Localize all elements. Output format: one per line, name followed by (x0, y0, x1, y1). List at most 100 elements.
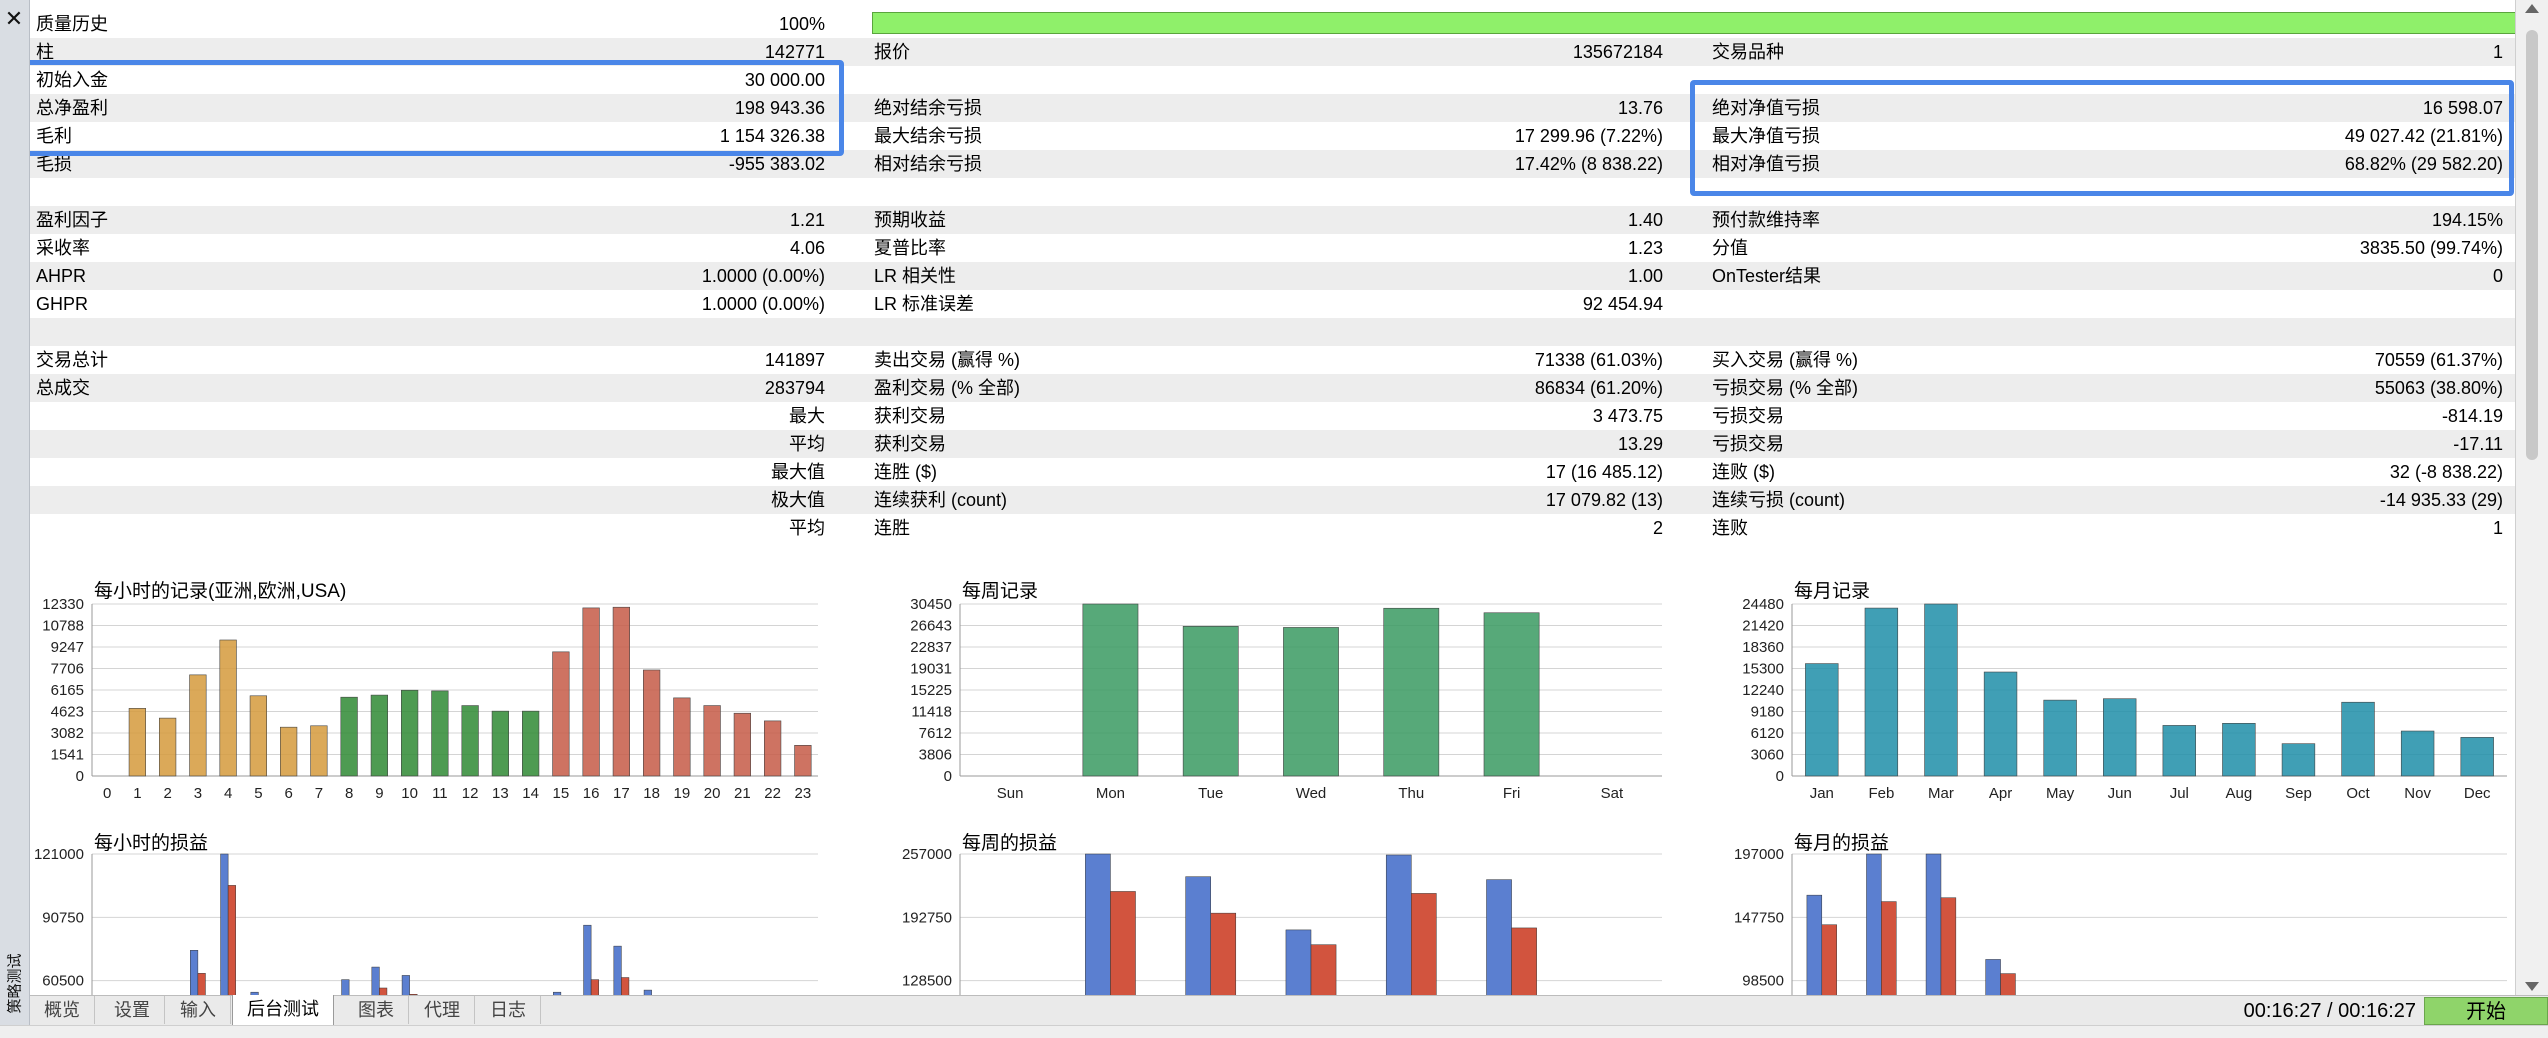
stat-label: 连续获利 (count) (874, 490, 1008, 510)
stat-value: 平均 (789, 518, 825, 538)
stat-label: 预期收益 (874, 210, 946, 230)
stat-value: 135672184 (1572, 42, 1663, 62)
stats-row: 交易总计 141897 卖出交易 (赢得 %) 71338 (61.03%) 买入交易 … (30, 346, 2515, 374)
bars (190, 853, 652, 995)
pnl-bar (1085, 853, 1111, 995)
pnl-bar (1821, 924, 1837, 995)
x-tick-label: 13 (492, 785, 509, 802)
stat-label: 连续亏损 (count) (1712, 490, 1846, 510)
tab-1[interactable]: 设置 (100, 996, 165, 1024)
chart-plot: 98500 147750 197000 (1734, 846, 2507, 995)
vertical-scrollbar[interactable] (2515, 0, 2548, 995)
x-tick-label: 9 (375, 785, 383, 802)
tab-4[interactable]: 图表 (344, 996, 409, 1024)
pnl-bar (1940, 897, 1957, 995)
pnl-bar (583, 924, 592, 995)
tab-5[interactable]: 代理 (410, 996, 475, 1024)
stat-label: 柱 (36, 42, 54, 62)
y-tick-label: 128500 (902, 973, 952, 990)
pnl-bar (1985, 959, 2001, 995)
scroll-down-arrow-icon[interactable] (2525, 982, 2539, 991)
x-tick-label: 21 (734, 785, 751, 802)
count-bar (2400, 730, 2435, 777)
history-quality-bar (872, 12, 2515, 34)
tab-0[interactable]: 概览 (30, 996, 95, 1024)
chart-plot: 0 3806 7612 11418 15225 19031 22837 26643 30450 S… (910, 596, 1662, 802)
y-tick-label: 7706 (51, 661, 84, 678)
pnl-bar (590, 979, 599, 995)
monthly-pnl-chart: 每月的损益 98500 147750 197000 (1710, 822, 2515, 995)
count-bar (401, 689, 419, 777)
stat-label: 毛损 (36, 154, 72, 174)
y-tick-label: 147750 (1734, 909, 1784, 926)
stat-label: LR 相关性 (874, 266, 957, 286)
x-tick-label: 16 (583, 785, 600, 802)
stat-value: -17.11 (2453, 434, 2503, 454)
pnl-bar (1310, 944, 1337, 995)
x-tick-label: Jun (2108, 785, 2132, 802)
bars (1806, 853, 2016, 995)
pnl-bar (220, 853, 229, 995)
stat-value: 1 (2492, 42, 2503, 62)
y-tick-label: 9180 (1751, 704, 1784, 721)
count-bar (461, 705, 479, 777)
stat-label: 连败 (1712, 518, 1748, 538)
stat-value: 32 (-8 838.22) (2389, 462, 2503, 482)
tab-3[interactable]: 后台测试 (232, 995, 334, 1026)
x-tick-label: 23 (795, 785, 812, 802)
stat-value: 17 (16 485.12) (1545, 462, 1663, 482)
x-tick-label: Oct (2346, 785, 2370, 802)
count-bar (189, 674, 207, 777)
stat-label: 绝对净值亏损 (1712, 98, 1820, 118)
stat-value: 1.23 (1627, 238, 1663, 258)
stat-value: 68.82% (29 582.20) (2344, 154, 2503, 174)
x-tick-label: Nov (2404, 785, 2431, 802)
stat-value: 283794 (764, 378, 825, 398)
count-bar (340, 696, 358, 777)
count-bar (1383, 607, 1440, 777)
stats-row: 柱 142771 报价 135672184 交易品种 1 (30, 38, 2515, 66)
x-tick-label: 3 (194, 785, 202, 802)
stat-label: AHPR (36, 266, 87, 286)
stat-value: 92 454.94 (1582, 294, 1663, 314)
stat-label: 最大净值亏损 (1712, 126, 1820, 146)
stat-label: 最大结余亏损 (874, 126, 982, 146)
x-tick-label: May (2046, 785, 2075, 802)
y-tick-label: 22837 (910, 639, 952, 656)
stat-value: 198 943.36 (734, 98, 825, 118)
scroll-up-arrow-icon[interactable] (2525, 4, 2539, 13)
x-tick-label: 6 (284, 785, 292, 802)
count-bar (612, 606, 630, 777)
stats-row: 最大 获利交易 3 473.75 亏损交易 -814.19 (30, 402, 2515, 430)
x-tick-label: Sep (2285, 785, 2312, 802)
tab-6[interactable]: 日志 (476, 996, 541, 1024)
start-button[interactable]: 开始 (2424, 997, 2548, 1025)
x-tick-label: Mon (1096, 785, 1125, 802)
count-bar (310, 725, 328, 777)
stat-value: 17 079.82 (13) (1545, 490, 1663, 510)
stat-label: OnTester结果 (1712, 266, 1822, 286)
stat-value: 100% (778, 14, 825, 34)
pnl-bar (1185, 876, 1211, 995)
y-tick-label: 11418 (911, 704, 952, 721)
pnl-bar (1511, 927, 1537, 995)
tab-2[interactable]: 输入 (166, 996, 231, 1024)
stats-row: 总成交 283794 盈利交易 (% 全部) 86834 (61.20%) 亏损交易 (… (30, 374, 2515, 402)
x-tick-label: 12 (462, 785, 479, 802)
close-icon[interactable]: ✕ (3, 8, 25, 30)
pnl-bar (621, 977, 630, 995)
stat-value: 1 154 326.38 (719, 126, 825, 146)
chart-plot: 60500 90750 121000 (34, 846, 818, 995)
y-tick-label: 18360 (1742, 639, 1784, 656)
stat-label: 夏普比率 (874, 238, 946, 258)
stat-value: -814.19 (2441, 406, 2503, 426)
stat-value: 最大 (789, 406, 825, 426)
stat-value: 4.06 (789, 238, 825, 258)
x-tick-label: Wed (1296, 785, 1327, 802)
scroll-thumb[interactable] (2526, 30, 2538, 460)
stat-value: -14 935.33 (29) (2379, 490, 2503, 510)
y-tick-label: 98500 (1742, 973, 1784, 990)
x-tick-label: 17 (613, 785, 630, 802)
y-tick-label: 19031 (910, 661, 952, 678)
stat-value: 1.21 (789, 210, 825, 230)
